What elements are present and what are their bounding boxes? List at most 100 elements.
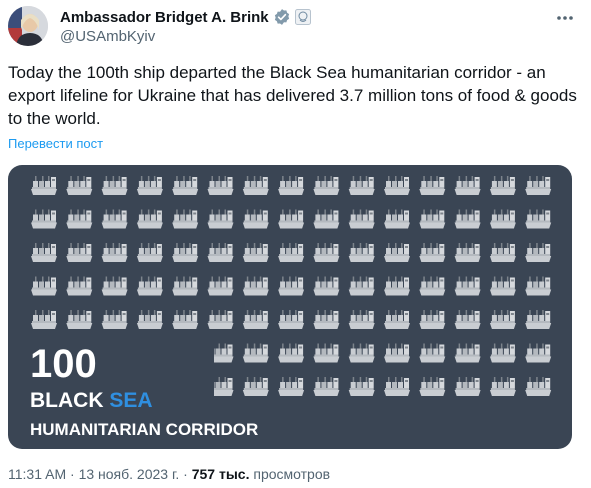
ship-icon <box>207 209 234 229</box>
ship-icon <box>348 243 375 262</box>
ship-icon <box>348 310 375 329</box>
ship-icon <box>454 310 481 329</box>
ship-icon <box>313 343 340 363</box>
ship-icon <box>384 243 410 262</box>
ship-icon <box>489 343 516 363</box>
ship-icon <box>489 377 516 396</box>
ship-icon <box>242 176 269 195</box>
ship-icon <box>489 209 516 229</box>
ship-icon <box>313 176 340 195</box>
ship-icon <box>525 243 552 262</box>
ship-icon <box>419 209 446 229</box>
ship-icon <box>384 377 410 396</box>
ship-icon <box>172 176 199 195</box>
ship-icon <box>525 343 552 363</box>
author-display-name[interactable]: Ambassador Bridget A. Brink <box>60 9 269 26</box>
ship-icon <box>66 209 93 229</box>
avatar-photo <box>8 6 48 46</box>
ship-icon <box>136 243 163 262</box>
ship-icon <box>525 276 552 296</box>
ship-icon <box>66 243 93 262</box>
ship-icon <box>313 209 340 229</box>
separator: · <box>66 466 79 482</box>
ship-icon <box>454 209 481 229</box>
ship-icon <box>419 176 446 195</box>
ship-icon <box>454 276 481 296</box>
ship-icon <box>66 276 93 296</box>
headline-sea: SEA <box>109 389 152 412</box>
ship-icon <box>101 209 128 229</box>
ship-icon <box>31 209 57 229</box>
verified-badge-icon[interactable] <box>273 8 291 26</box>
author-row: Ambassador Bridget A. Brink <box>60 7 311 27</box>
ship-icon <box>313 310 340 329</box>
ship-icon <box>419 310 446 329</box>
separator: · <box>179 466 192 482</box>
ship-icon <box>242 310 269 329</box>
ship-icon <box>384 276 410 296</box>
ship-icon <box>242 276 269 296</box>
ship-icon <box>454 343 481 363</box>
ship-icon <box>313 276 340 296</box>
ship-icon <box>242 343 269 363</box>
ship-icon <box>242 243 269 262</box>
government-badge-icon[interactable] <box>294 9 311 25</box>
views-count: 757 тыс. <box>191 466 250 482</box>
tweet-time[interactable]: 11:31 AM <box>8 466 66 482</box>
ship-icon <box>242 377 269 396</box>
ship-icon <box>66 310 93 329</box>
ship-icon <box>207 243 234 262</box>
ship-icon <box>489 176 516 195</box>
views-label: просмотров <box>249 466 331 482</box>
ship-icon <box>419 343 446 363</box>
ship-icon <box>454 243 481 262</box>
ship-icon <box>136 209 163 229</box>
headline-number: 100 <box>30 342 97 386</box>
more-options-icon[interactable] <box>553 6 577 30</box>
ship-icon <box>419 243 446 262</box>
ship-icon <box>207 310 234 329</box>
ship-icon <box>348 176 375 195</box>
ship-icon <box>489 243 516 262</box>
ship-icon <box>419 276 446 296</box>
ship-icon <box>454 176 481 195</box>
tweet-image[interactable]: 100 BLACK SEA HUMANITARIAN CORRIDOR <box>8 165 572 449</box>
ship-icon <box>278 343 305 363</box>
ship-icon <box>348 343 375 363</box>
ship-icon <box>278 176 305 195</box>
tweet-text: Today the 100th ship departed the Black … <box>8 63 577 128</box>
ship-icon <box>489 276 516 296</box>
ship-icon <box>172 209 199 229</box>
ship-icon <box>313 377 340 396</box>
ship-icon <box>278 377 305 396</box>
ship-icon <box>419 377 446 396</box>
translate-link[interactable]: Перевести пост <box>8 136 103 151</box>
ship-icon <box>101 243 128 262</box>
ship-icon <box>136 310 163 329</box>
ship-icon <box>207 276 234 296</box>
ship-icon <box>348 276 375 296</box>
ship-icon <box>384 343 410 363</box>
ship-icon <box>242 209 269 229</box>
ship-icon <box>101 176 128 195</box>
ship-icon <box>384 310 410 329</box>
ship-icon <box>525 176 552 195</box>
infographic: 100 BLACK SEA HUMANITARIAN CORRIDOR <box>22 176 552 443</box>
ship-icon <box>384 209 410 229</box>
ship-icon <box>101 310 128 329</box>
ship-icon <box>136 176 163 195</box>
ship-icon <box>31 310 57 329</box>
ship-icon <box>172 310 199 329</box>
avatar[interactable] <box>8 6 48 46</box>
ship-icon <box>172 243 199 262</box>
ship-icon <box>525 209 552 229</box>
ship-icon <box>348 209 375 229</box>
ship-icon <box>454 377 481 396</box>
ship-icon <box>489 310 516 329</box>
ship-icon <box>278 209 305 229</box>
author-handle[interactable]: @USAmbKyiv <box>60 28 155 45</box>
headline-line1: BLACK SEA <box>30 389 153 412</box>
ship-icon <box>136 276 163 296</box>
ship-icon <box>313 243 340 262</box>
tweet-date[interactable]: 13 нояб. 2023 г. <box>79 466 180 482</box>
